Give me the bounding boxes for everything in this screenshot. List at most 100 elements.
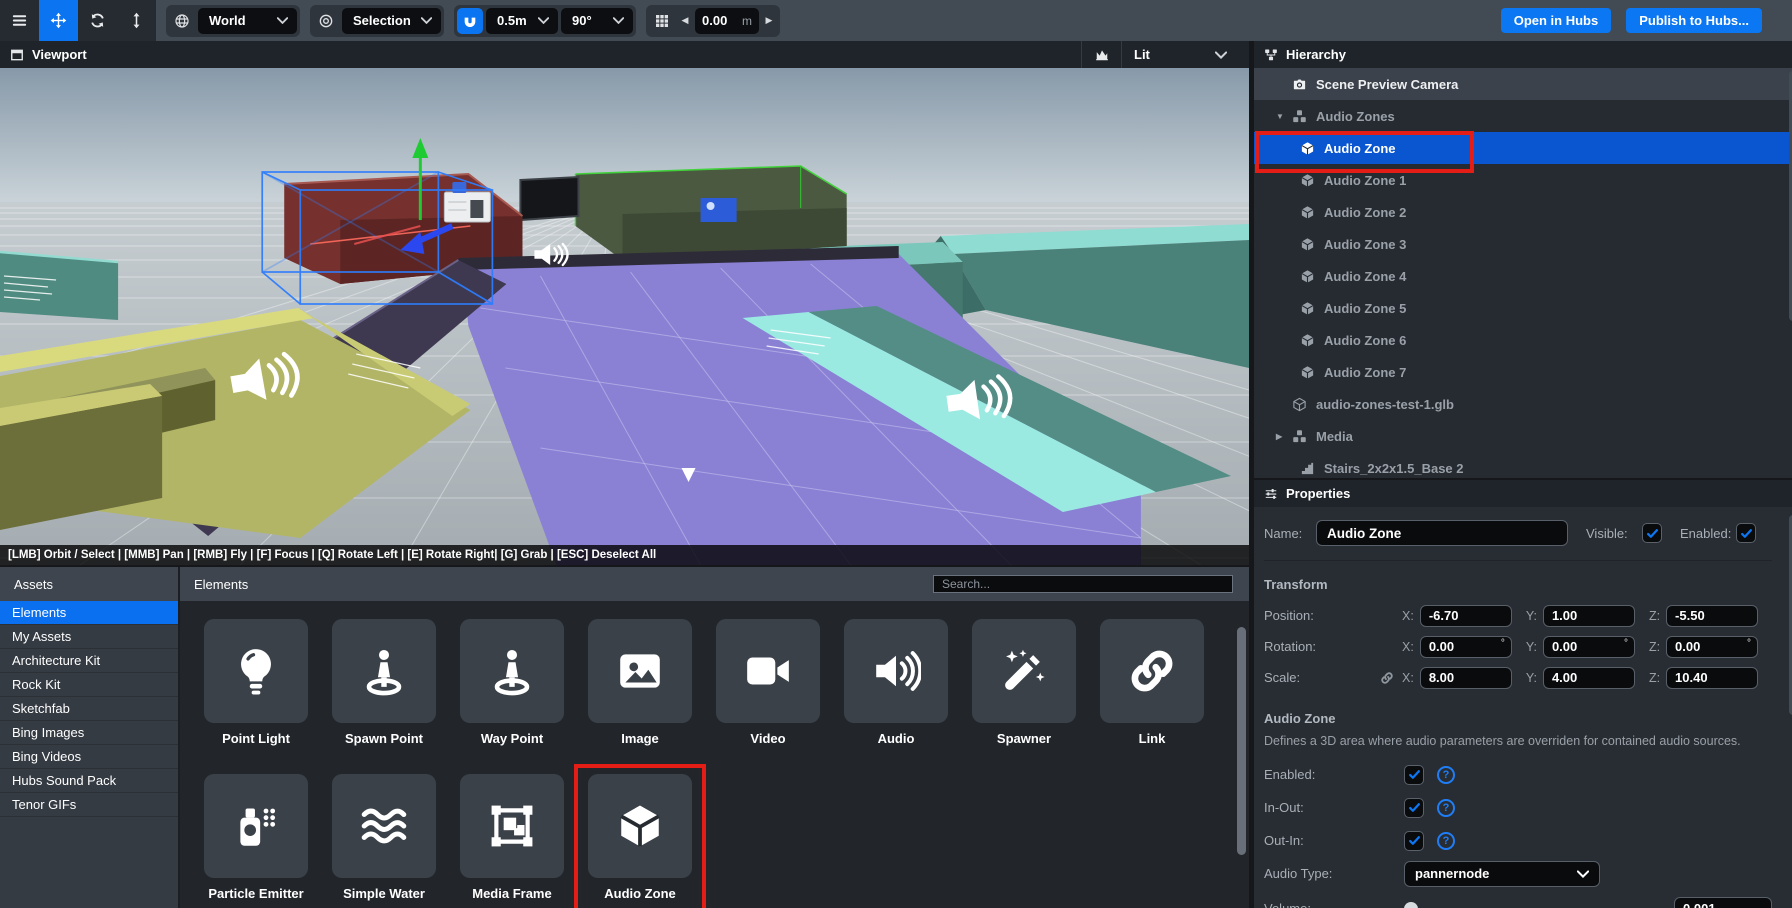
stairs-icon	[1300, 461, 1315, 476]
help-icon[interactable]: ?	[1437, 832, 1455, 850]
window-icon	[10, 48, 24, 62]
hierarchy-item-scene-preview-camera[interactable]: Scene Preview Camera	[1254, 68, 1792, 100]
hierarchy-item-audio-zone-1[interactable]: Audio Zone 1	[1254, 164, 1792, 196]
hierarchy-item-audio-zones[interactable]: ▼Audio Zones	[1254, 100, 1792, 132]
asset-source-my-assets[interactable]: My Assets	[0, 625, 178, 649]
grid-height-value[interactable]: 0.00 m	[695, 8, 759, 34]
chart-icon	[1094, 48, 1110, 62]
asset-item-media-frame[interactable]: Media Frame	[460, 774, 564, 901]
hierarchy-item-audio-zone-7[interactable]: Audio Zone 7	[1254, 356, 1792, 388]
out-in-checkbox[interactable]	[1404, 831, 1424, 851]
viewport-3d-scene[interactable]: [LMB] Orbit / Select | [MMB] Pan | [RMB]…	[0, 68, 1249, 565]
assets-scrollbar[interactable]	[1237, 627, 1246, 855]
grid-height-decrease-button[interactable]: ◀	[677, 15, 693, 26]
camera-icon	[1292, 77, 1307, 92]
snap-translate-select[interactable]: 0.5m	[486, 8, 558, 34]
asset-item-audio[interactable]: Audio	[844, 619, 948, 746]
enabled-checkbox[interactable]	[1736, 523, 1756, 543]
hierarchy-item-media[interactable]: ▶Media	[1254, 420, 1792, 452]
asset-source-hubs-sound-pack[interactable]: Hubs Sound Pack	[0, 769, 178, 793]
transform-space-select[interactable]: World	[198, 8, 297, 34]
cube-icon	[1300, 269, 1315, 284]
position-x-input[interactable]	[1420, 605, 1512, 627]
grid-height-increase-button[interactable]: ▶	[761, 15, 777, 26]
asset-source-bing-images[interactable]: Bing Images	[0, 721, 178, 745]
position-z-input[interactable]	[1666, 605, 1758, 627]
viewport-header: Viewport Lit	[0, 41, 1249, 68]
cube-icon	[1300, 205, 1315, 220]
check-icon	[1408, 801, 1421, 814]
volume-slider-handle[interactable]	[1404, 902, 1418, 908]
rotation-row: Rotation: X: ° Y: ° Z: °	[1264, 631, 1772, 662]
hierarchy-item-audio-zone-5[interactable]: Audio Zone 5	[1254, 292, 1792, 324]
publish-to-hubs-button[interactable]: Publish to Hubs...	[1626, 8, 1762, 33]
open-in-hubs-button[interactable]: Open in Hubs	[1501, 8, 1612, 33]
asset-item-spawner[interactable]: Spawner	[972, 619, 1076, 746]
asset-item-link[interactable]: Link	[1100, 619, 1204, 746]
chevron-down-icon	[1577, 870, 1589, 878]
hierarchy-item-audio-zones-test-1-glb[interactable]: audio-zones-test-1.glb	[1254, 388, 1792, 420]
asset-item-way-point[interactable]: Way Point	[460, 619, 564, 746]
check-icon	[1408, 834, 1421, 847]
position-y-input[interactable]	[1543, 605, 1635, 627]
scale-y-input[interactable]	[1543, 667, 1635, 689]
transform-pivot-select[interactable]: Selection	[342, 8, 441, 34]
search-input[interactable]	[933, 575, 1233, 593]
visible-checkbox[interactable]	[1642, 523, 1662, 543]
enabled-checkbox[interactable]	[1404, 765, 1424, 785]
properties-title: Properties	[1286, 486, 1350, 501]
transform-section-title: Transform	[1264, 577, 1772, 592]
waves-icon	[359, 801, 409, 851]
caret-down-icon[interactable]: ▼	[1276, 112, 1292, 121]
snap-rotate-select[interactable]: 90°	[561, 8, 633, 34]
spawn-icon	[487, 646, 537, 696]
rotation-y-input[interactable]	[1543, 636, 1635, 658]
asset-item-particle-emitter[interactable]: Particle Emitter	[204, 774, 308, 901]
asset-item-image[interactable]: Image	[588, 619, 692, 746]
stats-toggle-button[interactable]	[1081, 41, 1121, 68]
asset-source-sketchfab[interactable]: Sketchfab	[0, 697, 178, 721]
cube-icon	[1300, 301, 1315, 316]
cube-icon	[1300, 237, 1315, 252]
scale-tool-button[interactable]	[117, 0, 156, 41]
name-label: Name:	[1264, 526, 1308, 541]
rotate-tool-button[interactable]	[78, 0, 117, 41]
menu-button[interactable]	[0, 0, 39, 41]
caret-right-icon[interactable]: ▶	[1276, 432, 1292, 441]
scale-z-input[interactable]	[1666, 667, 1758, 689]
cube-icon	[1300, 141, 1315, 156]
asset-source-rock-kit[interactable]: Rock Kit	[0, 673, 178, 697]
asset-item-audio-zone[interactable]: Audio Zone	[588, 774, 692, 901]
rotation-z-input[interactable]	[1666, 636, 1758, 658]
hierarchy-item-audio-zone-3[interactable]: Audio Zone 3	[1254, 228, 1792, 260]
asset-item-video[interactable]: Video	[716, 619, 820, 746]
scale-x-input[interactable]	[1420, 667, 1512, 689]
name-input[interactable]	[1316, 520, 1568, 546]
asset-source-architecture-kit[interactable]: Architecture Kit	[0, 649, 178, 673]
magnet-toggle[interactable]	[457, 8, 483, 34]
hierarchy-item-audio-zone-2[interactable]: Audio Zone 2	[1254, 196, 1792, 228]
volume-input[interactable]	[1674, 897, 1772, 908]
in-out-checkbox[interactable]	[1404, 798, 1424, 818]
hierarchy-item-audio-zone[interactable]: Audio Zone	[1254, 132, 1792, 164]
asset-source-tenor-gifs[interactable]: Tenor GIFs	[0, 793, 178, 817]
render-mode-select[interactable]: Lit	[1121, 41, 1239, 68]
audio-type-select[interactable]: pannernode	[1404, 861, 1600, 887]
asset-tile	[1100, 619, 1204, 723]
translate-tool-button[interactable]	[39, 0, 78, 41]
hierarchy-item-audio-zone-4[interactable]: Audio Zone 4	[1254, 260, 1792, 292]
help-icon[interactable]: ?	[1437, 799, 1455, 817]
globe-icon	[169, 8, 195, 34]
sliders-icon	[1264, 487, 1278, 501]
hierarchy-item-stairs-2x2x1-5-base-2[interactable]: Stairs_2x2x1.5_Base 2	[1254, 452, 1792, 478]
asset-item-simple-water[interactable]: Simple Water	[332, 774, 436, 901]
link-scale-icon[interactable]	[1380, 671, 1402, 685]
asset-source-elements[interactable]: Elements	[0, 601, 178, 625]
asset-source-bing-videos[interactable]: Bing Videos	[0, 745, 178, 769]
rotation-x-input[interactable]	[1420, 636, 1512, 658]
asset-item-point-light[interactable]: Point Light	[204, 619, 308, 746]
assets-section-title: Elements	[194, 577, 248, 592]
help-icon[interactable]: ?	[1437, 766, 1455, 784]
asset-item-spawn-point[interactable]: Spawn Point	[332, 619, 436, 746]
hierarchy-item-audio-zone-6[interactable]: Audio Zone 6	[1254, 324, 1792, 356]
